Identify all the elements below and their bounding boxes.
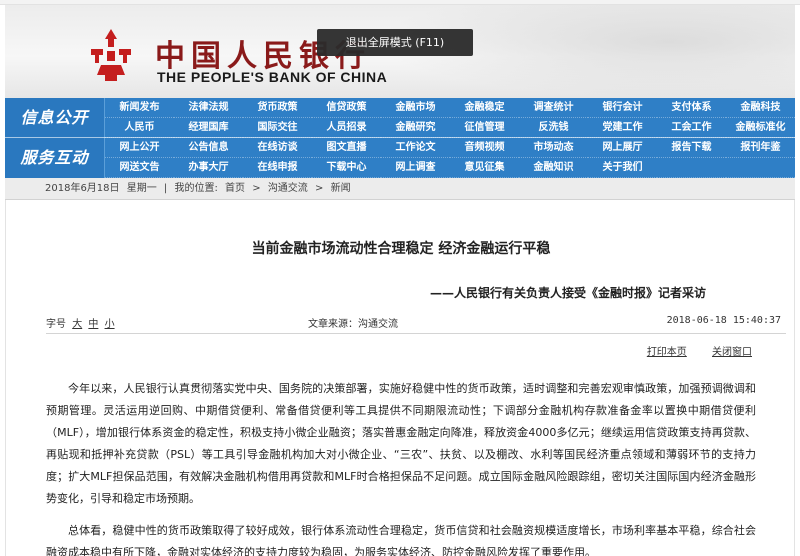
nav-item[interactable]: 国际交往 <box>243 118 312 138</box>
nav-item[interactable]: 网上展厅 <box>588 138 657 158</box>
font-size-small-link[interactable]: 小 <box>105 319 115 330</box>
breadcrumb-arrow: > <box>252 183 261 194</box>
exit-fullscreen-tooltip[interactable]: 退出全屏模式 (F11) <box>317 29 473 56</box>
breadcrumb-communication-link[interactable]: 沟通交流 <box>268 183 308 194</box>
article-tools: 打印本页 关闭窗口 <box>625 343 752 358</box>
nav-item[interactable]: 征信管理 <box>450 118 519 138</box>
nav-group-service-interaction: 服务互动 网上公开 公告信息 在线访谈 图文直播 工作论文 音频视频 市场动态 … <box>5 138 795 178</box>
nav-item[interactable]: 下载中心 <box>312 158 381 178</box>
nav-item[interactable]: 金融知识 <box>519 158 588 178</box>
main-navigation: 信息公开 新闻发布 法律法规 货币政策 信贷政策 金融市场 金融稳定 调查统计 … <box>5 98 795 178</box>
breadcrumb-prefix: 我的位置: <box>174 183 218 194</box>
nav-item[interactable]: 工会工作 <box>657 118 726 138</box>
nav-item[interactable]: 法律法规 <box>174 98 243 118</box>
article-paragraph: 今年以来，人民银行认真贯彻落实党中央、国务院的决策部署，实施好稳健中性的货币政策… <box>46 382 756 505</box>
article-panel: 当前金融市场流动性合理稳定 经济金融运行平稳 ——人民银行有关负责人接受《金融时… <box>5 200 795 556</box>
close-window-link[interactable]: 关闭窗口 <box>712 347 752 358</box>
font-size-label: 字号 <box>46 319 66 330</box>
nav-item-grid: 网上公开 公告信息 在线访谈 图文直播 工作论文 音频视频 市场动态 网上展厅 … <box>105 138 795 178</box>
nav-item-empty <box>657 158 726 178</box>
nav-item[interactable]: 人员招录 <box>312 118 381 138</box>
nav-item[interactable]: 金融市场 <box>381 98 450 118</box>
nav-item[interactable]: 公告信息 <box>174 138 243 158</box>
nav-group-label: 服务互动 <box>5 138 105 178</box>
nav-item[interactable]: 支付体系 <box>657 98 726 118</box>
nav-item[interactable]: 反洗钱 <box>519 118 588 138</box>
article-date: 2018-06-18 15:40:37 <box>666 315 781 326</box>
breadcrumb-arrow: > <box>315 183 324 194</box>
breadcrumb-weekday: 星期一 <box>126 183 157 194</box>
nav-item[interactable]: 网上调查 <box>381 158 450 178</box>
nav-item[interactable]: 信贷政策 <box>312 98 381 118</box>
nav-group-label: 信息公开 <box>5 98 105 138</box>
nav-item[interactable]: 金融研究 <box>381 118 450 138</box>
nav-item[interactable]: 意见征集 <box>450 158 519 178</box>
nav-item-empty <box>726 158 795 178</box>
font-size-medium-link[interactable]: 中 <box>88 319 98 330</box>
breadcrumb-news-link[interactable]: 新闻 <box>331 183 351 194</box>
nav-item[interactable]: 经理国库 <box>174 118 243 138</box>
nav-item[interactable]: 工作论文 <box>381 138 450 158</box>
logo-title-english: THE PEOPLE'S BANK OF CHINA <box>157 69 388 85</box>
breadcrumb-date: 2018年6月18日 <box>45 183 120 194</box>
nav-item[interactable]: 网送文告 <box>105 158 174 178</box>
article-title: 当前金融市场流动性合理稳定 经济金融运行平稳 <box>251 241 551 257</box>
article-paragraph: 总体看，稳健中性的货币政策取得了较好成效，银行体系流动性合理稳定，货币信贷和社会… <box>46 524 756 556</box>
nav-item[interactable]: 货币政策 <box>243 98 312 118</box>
nav-group-info-disclosure: 信息公开 新闻发布 法律法规 货币政策 信贷政策 金融市场 金融稳定 调查统计 … <box>5 98 795 138</box>
article-meta: 字号 大 中 小 文章来源：沟通交流 2018-06-18 15:40:37 <box>46 315 791 331</box>
nav-item[interactable]: 音频视频 <box>450 138 519 158</box>
nav-item[interactable]: 市场动态 <box>519 138 588 158</box>
nav-item[interactable]: 在线访谈 <box>243 138 312 158</box>
meta-divider <box>46 333 786 334</box>
nav-item[interactable]: 调查统计 <box>519 98 588 118</box>
nav-item[interactable]: 网上公开 <box>105 138 174 158</box>
breadcrumb: 2018年6月18日 星期一 | 我的位置: 首页 > 沟通交流 > 新闻 <box>5 178 795 200</box>
site-header: 中国人民银行 THE PEOPLE'S BANK OF CHINA 退出全屏模式… <box>5 5 795 98</box>
nav-item[interactable]: 办事大厅 <box>174 158 243 178</box>
nav-item[interactable]: 报刊年鉴 <box>726 138 795 158</box>
print-page-link[interactable]: 打印本页 <box>647 347 687 358</box>
nav-item[interactable]: 金融标准化 <box>726 118 795 138</box>
nav-item[interactable]: 人民币 <box>105 118 174 138</box>
article-subtitle: ——人民银行有关负责人接受《金融时报》记者采访 <box>429 286 706 300</box>
nav-item[interactable]: 银行会计 <box>588 98 657 118</box>
article-body: 今年以来，人民银行认真贯彻落实党中央、国务院的决策部署，实施好稳健中性的货币政策… <box>46 378 756 556</box>
breadcrumb-separator: | <box>163 183 168 194</box>
pboc-logo-icon <box>91 29 131 81</box>
nav-item[interactable]: 在线申报 <box>243 158 312 178</box>
article-frame: 当前金融市场流动性合理稳定 经济金融运行平稳 ——人民银行有关负责人接受《金融时… <box>5 200 795 556</box>
nav-item[interactable]: 新闻发布 <box>105 98 174 118</box>
nav-item-grid: 新闻发布 法律法规 货币政策 信贷政策 金融市场 金融稳定 调查统计 银行会计 … <box>105 98 795 138</box>
nav-item[interactable]: 金融稳定 <box>450 98 519 118</box>
article-source: 文章来源：沟通交流 <box>308 319 398 330</box>
font-size-large-link[interactable]: 大 <box>72 319 82 330</box>
nav-item[interactable]: 关于我们 <box>588 158 657 178</box>
breadcrumb-home-link[interactable]: 首页 <box>225 183 245 194</box>
nav-item[interactable]: 图文直播 <box>312 138 381 158</box>
nav-item[interactable]: 报告下载 <box>657 138 726 158</box>
font-size-selector: 字号 大 中 小 <box>46 315 115 330</box>
nav-item[interactable]: 党建工作 <box>588 118 657 138</box>
nav-item[interactable]: 金融科技 <box>726 98 795 118</box>
